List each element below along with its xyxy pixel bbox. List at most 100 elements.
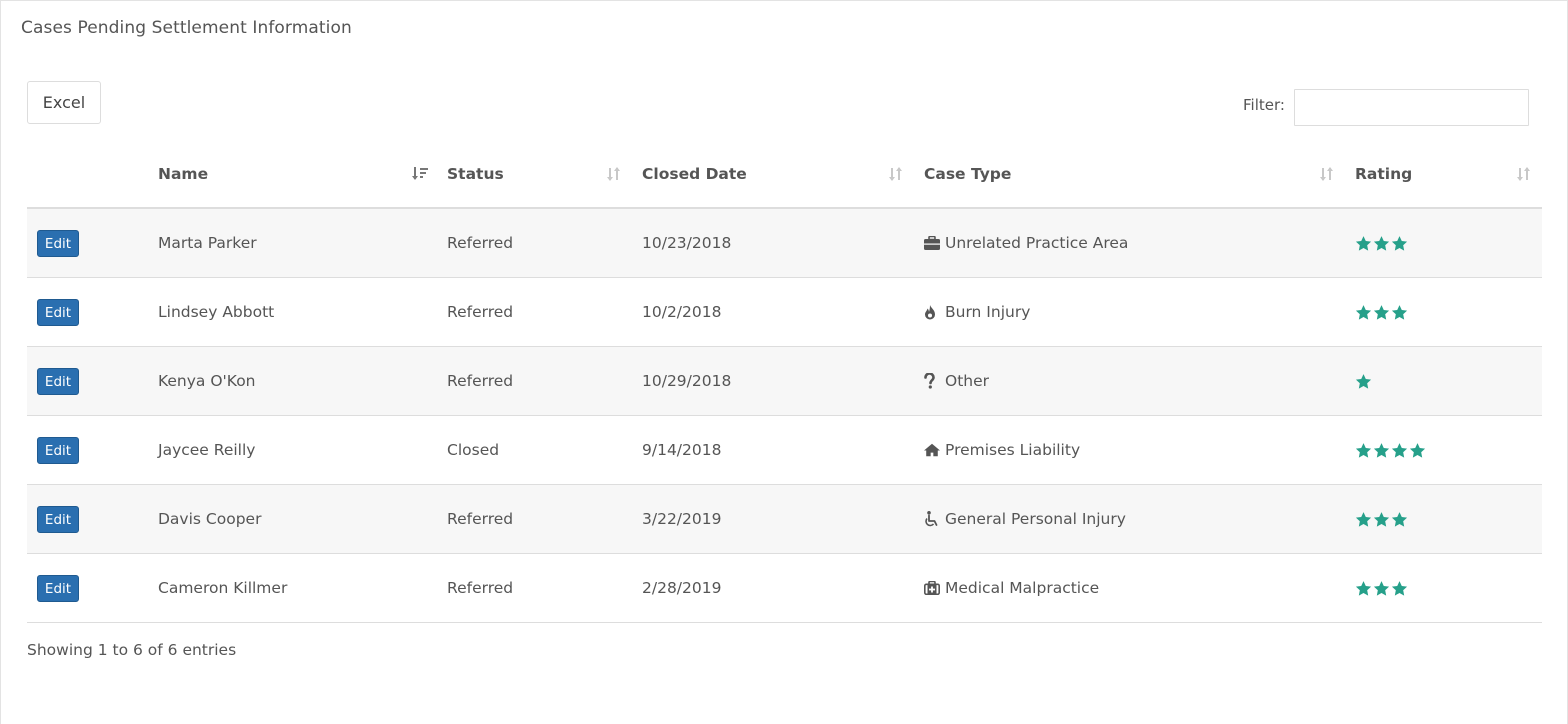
star-icon	[1391, 511, 1408, 528]
star-icon	[1355, 373, 1372, 390]
status-cell: Referred	[447, 303, 514, 321]
briefcase-icon	[924, 235, 940, 251]
star-rating	[1355, 373, 1372, 390]
star-icon	[1355, 304, 1372, 321]
name-cell: Marta Parker	[158, 234, 257, 252]
case-type-label: Other	[945, 372, 990, 390]
wheelchair-icon	[924, 511, 940, 527]
star-icon	[1355, 235, 1372, 252]
star-icon	[1391, 304, 1408, 321]
sort-icon[interactable]	[1318, 165, 1336, 183]
star-icon	[1355, 511, 1372, 528]
star-icon	[1373, 235, 1390, 252]
rating-cell	[1355, 347, 1372, 415]
star-icon	[1409, 442, 1426, 459]
column-header-label: Status	[447, 165, 504, 183]
settlement-panel: Cases Pending Settlement Information Exc…	[0, 0, 1568, 724]
table-row: Edit Davis Cooper Referred 3/22/2019 Gen…	[27, 485, 1542, 554]
rating-cell	[1355, 554, 1408, 622]
home-icon	[924, 442, 940, 458]
rating-cell	[1355, 416, 1426, 484]
star-icon	[1355, 580, 1372, 597]
column-header-label: Closed Date	[642, 165, 747, 183]
sort-icon[interactable]	[605, 165, 623, 183]
column-header-label: Name	[158, 165, 209, 183]
star-rating	[1355, 304, 1408, 321]
status-cell: Referred	[447, 510, 514, 528]
star-icon	[1391, 580, 1408, 597]
closed-date-cell: 10/23/2018	[642, 234, 732, 252]
star-rating	[1355, 580, 1408, 597]
closed-date-cell: 10/29/2018	[642, 372, 732, 390]
closed-date-cell: 10/2/2018	[642, 303, 722, 321]
name-cell: Cameron Killmer	[158, 579, 288, 597]
table-header: Name Status Closed Date Case Type Rating	[27, 139, 1542, 209]
sort-icon[interactable]	[1515, 165, 1533, 183]
case-type-cell: Unrelated Practice Area	[924, 209, 1128, 277]
question-icon	[924, 373, 940, 389]
column-header-name[interactable]: Name	[158, 139, 433, 209]
medkit-icon	[924, 580, 940, 596]
column-header-status[interactable]: Status	[447, 139, 607, 209]
sort-icon[interactable]	[887, 165, 905, 183]
rating-cell	[1355, 209, 1408, 277]
star-icon	[1391, 442, 1408, 459]
star-rating	[1355, 511, 1408, 528]
edit-button[interactable]: Edit	[37, 368, 79, 395]
column-header-rating[interactable]: Rating	[1355, 139, 1505, 209]
edit-button[interactable]: Edit	[37, 575, 79, 602]
filter-input[interactable]	[1294, 89, 1529, 126]
name-cell: Kenya O'Kon	[158, 372, 256, 390]
table-row: Edit Jaycee Reilly Closed 9/14/2018 Prem…	[27, 416, 1542, 485]
table-row: Edit Lindsey Abbott Referred 10/2/2018 B…	[27, 278, 1542, 347]
case-type-label: General Personal Injury	[945, 510, 1126, 528]
column-header-case-type[interactable]: Case Type	[924, 139, 1314, 209]
column-header-label: Rating	[1355, 165, 1413, 183]
star-rating	[1355, 442, 1426, 459]
case-type-label: Unrelated Practice Area	[945, 234, 1129, 252]
panel-title: Cases Pending Settlement Information	[21, 18, 352, 38]
edit-button[interactable]: Edit	[37, 230, 79, 257]
edit-button[interactable]: Edit	[37, 299, 79, 326]
rating-cell	[1355, 278, 1408, 346]
edit-button[interactable]: Edit	[37, 437, 79, 464]
case-type-label: Medical Malpractice	[945, 579, 1100, 597]
star-icon	[1373, 304, 1390, 321]
fire-icon	[924, 304, 940, 320]
status-cell: Referred	[447, 579, 514, 597]
rating-cell	[1355, 485, 1408, 553]
star-icon	[1373, 442, 1390, 459]
name-cell: Jaycee Reilly	[158, 441, 256, 459]
case-type-cell: Premises Liability	[924, 416, 1080, 484]
table-row: Edit Marta Parker Referred 10/23/2018 Un…	[27, 209, 1542, 278]
sort-desc-icon[interactable]	[411, 165, 429, 183]
star-icon	[1391, 235, 1408, 252]
column-header-closed-date[interactable]: Closed Date	[642, 139, 882, 209]
excel-export-button[interactable]: Excel	[27, 81, 101, 124]
closed-date-cell: 9/14/2018	[642, 441, 722, 459]
case-type-label: Burn Injury	[945, 303, 1031, 321]
star-icon	[1373, 580, 1390, 597]
column-header-label: Case Type	[924, 165, 1012, 183]
table-row: Edit Cameron Killmer Referred 2/28/2019 …	[27, 554, 1542, 623]
star-rating	[1355, 235, 1408, 252]
status-cell: Referred	[447, 234, 514, 252]
table-info: Showing 1 to 6 of 6 entries	[27, 641, 237, 659]
edit-button[interactable]: Edit	[37, 506, 79, 533]
case-type-cell: Medical Malpractice	[924, 554, 1099, 622]
case-type-cell: General Personal Injury	[924, 485, 1126, 553]
name-cell: Lindsey Abbott	[158, 303, 275, 321]
name-cell: Davis Cooper	[158, 510, 262, 528]
status-cell: Referred	[447, 372, 514, 390]
case-type-cell: Other	[924, 347, 989, 415]
table-body: Edit Marta Parker Referred 10/23/2018 Un…	[27, 209, 1542, 623]
table-row: Edit Kenya O'Kon Referred 10/29/2018 Oth…	[27, 347, 1542, 416]
closed-date-cell: 3/22/2019	[642, 510, 722, 528]
star-icon	[1355, 442, 1372, 459]
filter-label: Filter:	[1243, 96, 1285, 114]
status-cell: Closed	[447, 441, 500, 459]
closed-date-cell: 2/28/2019	[642, 579, 722, 597]
case-type-cell: Burn Injury	[924, 278, 1030, 346]
case-type-label: Premises Liability	[945, 441, 1081, 459]
star-icon	[1373, 511, 1390, 528]
